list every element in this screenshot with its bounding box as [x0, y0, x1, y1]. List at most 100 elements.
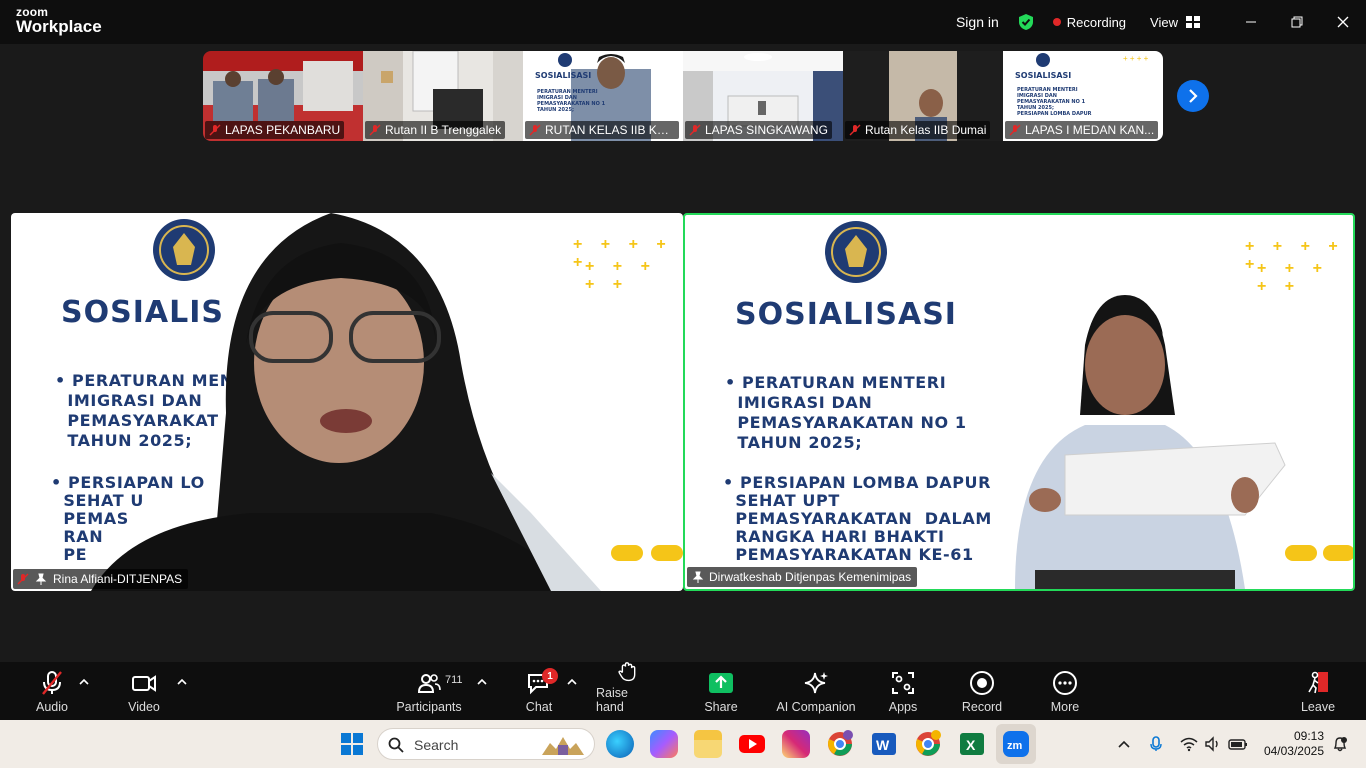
video-tile-right-active-speaker[interactable]: + + + + + + + + + + SOSIALISASI • PERATU… [683, 213, 1355, 591]
raise-hand-button[interactable]: Raise hand [596, 662, 658, 720]
notifications-bell-icon[interactable] [1332, 736, 1348, 752]
search-icon [388, 737, 404, 753]
edge-browser-icon[interactable] [606, 730, 634, 758]
microphone-icon[interactable] [1148, 736, 1164, 752]
video-button[interactable]: Video [124, 662, 164, 720]
svg-text:W: W [876, 737, 890, 753]
participant-thumbnail[interactable]: Rutan II B Trenggalek [363, 51, 523, 141]
thumbnail-label: LAPAS SINGKAWANG [685, 121, 832, 139]
leave-button[interactable]: Leave [1300, 662, 1336, 720]
chat-options-chevron-up-icon[interactable] [566, 676, 578, 688]
thumb-slide-title: SOSIALISASI [535, 71, 592, 80]
thumb-slide-text: PERATURAN MENTERI IMIGRASI DAN PEMASYARAKA… [1017, 87, 1092, 117]
muted-mic-icon [1009, 124, 1021, 136]
show-hidden-icons-chevron-up-icon[interactable] [1116, 736, 1132, 752]
restore-button[interactable] [1274, 0, 1320, 44]
app-logo: zoom Workplace [16, 6, 102, 35]
minimize-button[interactable] [1228, 0, 1274, 44]
recording-label: Recording [1066, 14, 1127, 30]
participant-name: Dirwatkeshab Ditjenpas Kemenimipas [709, 570, 912, 584]
copilot-icon[interactable] [650, 730, 678, 758]
raise-hand-icon [618, 662, 636, 682]
record-button[interactable]: Record [960, 662, 1004, 720]
recording-dot-icon [1052, 18, 1061, 26]
sparkle-icon [804, 672, 828, 694]
svg-text:zm: zm [1007, 740, 1023, 752]
participant-thumbnail[interactable]: Rutan Kelas IIB Dumai [843, 51, 1003, 141]
encryption-shield-icon[interactable] [1017, 13, 1035, 31]
brand-bottom: Workplace [16, 17, 102, 36]
thumb-slide-title: SOSIALISASI [1015, 71, 1072, 80]
grid-view-icon [1186, 16, 1200, 28]
record-icon [970, 671, 994, 695]
apps-icon [892, 672, 914, 694]
thumb-slide-text: PERATURAN MENTERI IMIGRASI DAN PEMASYARAKA… [537, 89, 606, 113]
participants-button[interactable]: Participants [396, 662, 462, 720]
pin-icon [35, 573, 47, 585]
audio-options-chevron-up-icon[interactable] [78, 676, 90, 688]
view-button[interactable]: View [1150, 15, 1200, 30]
excel-icon[interactable]: X [958, 730, 986, 758]
apps-button[interactable]: Apps [884, 662, 922, 720]
leave-door-icon [1308, 671, 1328, 694]
chat-unread-badge: 1 [542, 668, 558, 684]
video-tile-left[interactable]: + + + + + + + + + + SOSIALIS • PERATURAN… [11, 213, 683, 591]
ai-companion-button[interactable]: AI Companion [774, 662, 858, 720]
participants-count: 711 [445, 674, 463, 686]
participant-thumbnail[interactable]: LAPAS SINGKAWANG [683, 51, 843, 141]
instagram-icon[interactable] [782, 730, 810, 758]
thumbnail-label: LAPAS PEKANBARU [205, 121, 345, 139]
video-camera-icon [132, 675, 156, 692]
title-bar: zoom Workplace Sign in Recording View [0, 0, 1366, 44]
participant-thumbnail-strip: LAPAS PEKANBARU Rutan II B Trenggalek SO… [203, 51, 1163, 141]
sign-in-link[interactable]: Sign in [956, 14, 999, 30]
participant-name-tag: Rina Alfiani-DITJENPAS [13, 569, 189, 589]
participant-name-tag: Dirwatkeshab Ditjenpas Kemenimipas [687, 567, 918, 587]
muted-mic-icon [17, 573, 29, 585]
file-explorer-icon[interactable] [694, 730, 722, 758]
pin-icon [692, 571, 704, 583]
chrome-profile-icon[interactable] [826, 730, 854, 758]
close-button[interactable] [1320, 0, 1366, 44]
zoom-app-icon[interactable]: zm [1002, 730, 1030, 758]
video-options-chevron-up-icon[interactable] [176, 676, 188, 688]
view-label: View [1150, 14, 1178, 30]
thumbnail-label: Rutan II B Trenggalek [365, 121, 506, 139]
youtube-icon[interactable] [738, 730, 766, 758]
speaker-video [1015, 295, 1286, 589]
thumbnail-label: RUTAN KELAS IIB KU... [525, 121, 679, 139]
taskbar-search-input[interactable]: Search [377, 728, 595, 760]
muted-mic-icon [689, 124, 701, 136]
word-icon[interactable]: W [870, 730, 898, 758]
wifi-icon[interactable] [1180, 736, 1198, 752]
svg-text:X: X [966, 737, 976, 753]
minimize-icon [1246, 21, 1256, 23]
search-placeholder: Search [414, 737, 459, 753]
chevron-right-icon [1189, 89, 1198, 103]
participant-thumbnail[interactable]: + + + + SOSIALISASI PERATURAN MENTERI IMI… [1003, 51, 1163, 141]
windows-start-icon[interactable] [338, 730, 366, 758]
more-options-icon [1053, 671, 1077, 695]
participants-icon [417, 674, 441, 693]
thumbnail-label: LAPAS I MEDAN KAN... [1005, 121, 1159, 139]
participant-thumbnail[interactable]: SOSIALISASI PERATURAN MENTERI IMIGRASI DA… [523, 51, 683, 141]
muted-mic-icon [369, 124, 381, 136]
muted-mic-icon [209, 124, 221, 136]
volume-icon[interactable] [1204, 736, 1222, 752]
battery-icon[interactable] [1228, 736, 1248, 752]
share-button[interactable]: Share [700, 662, 742, 720]
participant-thumbnail[interactable]: LAPAS PEKANBARU [203, 51, 363, 141]
thumbnail-label: Rutan Kelas IIB Dumai [845, 121, 991, 139]
audio-button[interactable]: Audio [32, 662, 72, 720]
search-highlight-image [542, 737, 584, 755]
meeting-toolbar: Audio Video Participants 711 Chat 1 Rais… [0, 662, 1366, 720]
os-taskbar: Search W X zm 09:13 04/03/2025 [0, 720, 1366, 768]
muted-microphone-icon [42, 671, 62, 695]
participants-options-chevron-up-icon[interactable] [476, 676, 488, 688]
more-button[interactable]: More [1046, 662, 1084, 720]
participant-name: Rina Alfiani-DITJENPAS [53, 572, 183, 586]
recording-indicator[interactable]: Recording [1052, 14, 1127, 30]
next-page-button[interactable] [1177, 80, 1209, 112]
taskbar-clock[interactable]: 09:13 04/03/2025 [1264, 729, 1324, 759]
chrome-icon[interactable] [914, 730, 942, 758]
